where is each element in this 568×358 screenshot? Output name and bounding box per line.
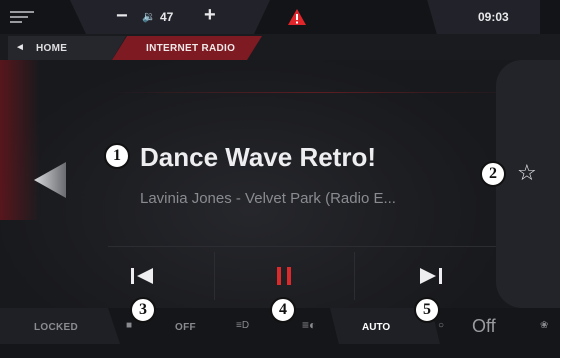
- divider-top: [108, 92, 528, 93]
- skip-next-icon[interactable]: [418, 266, 442, 286]
- favorite-star-icon[interactable]: ☆: [517, 162, 537, 184]
- control-separator: [214, 252, 215, 300]
- previous-station-icon[interactable]: [30, 160, 70, 200]
- annotation-badge-4: 4: [270, 297, 296, 323]
- hamburger-icon[interactable]: [10, 11, 34, 23]
- volume-level: 47: [160, 10, 174, 24]
- warning-triangle-icon[interactable]: [287, 8, 307, 26]
- frame-edge: [560, 0, 568, 358]
- off-label[interactable]: OFF: [175, 322, 196, 333]
- speaker-icon: 🔉: [142, 11, 156, 23]
- divider-bottom: [108, 246, 508, 247]
- headlight-icon[interactable]: ≡◐: [302, 318, 316, 332]
- control-separator: [354, 252, 355, 300]
- annotation-badge-5: 5: [414, 297, 440, 323]
- fan-icon[interactable]: ❀: [540, 320, 548, 331]
- track-info: Lavinia Jones - Velvet Park (Radio E...: [140, 190, 396, 207]
- annotation-badge-1: 1: [104, 143, 130, 169]
- radio-screen: − 🔉 47 + 09:03 ◄ HOME INTERNET RADIO ☆ D…: [0, 0, 568, 358]
- fog-light-icon[interactable]: ≡D: [236, 320, 249, 331]
- pause-icon[interactable]: [276, 266, 292, 286]
- breadcrumb-active-label: INTERNET RADIO: [146, 43, 236, 54]
- clock: 09:03: [478, 10, 509, 24]
- volume-up-button[interactable]: +: [204, 5, 216, 25]
- fan-off-label[interactable]: Off: [472, 316, 496, 337]
- locked-label: LOCKED: [34, 322, 79, 333]
- annotation-badge-2: 2: [480, 161, 506, 187]
- defrost-icon[interactable]: ○: [438, 320, 444, 331]
- breadcrumb-home-label[interactable]: HOME: [36, 43, 67, 54]
- back-arrow-icon[interactable]: ◄: [15, 42, 25, 53]
- station-name: Dance Wave Retro!: [140, 142, 376, 172]
- volume-down-button[interactable]: −: [116, 6, 128, 26]
- skip-previous-icon[interactable]: [131, 266, 155, 286]
- auto-label[interactable]: AUTO: [362, 322, 390, 333]
- lock-icon: ■: [126, 320, 133, 331]
- annotation-badge-3: 3: [130, 297, 156, 323]
